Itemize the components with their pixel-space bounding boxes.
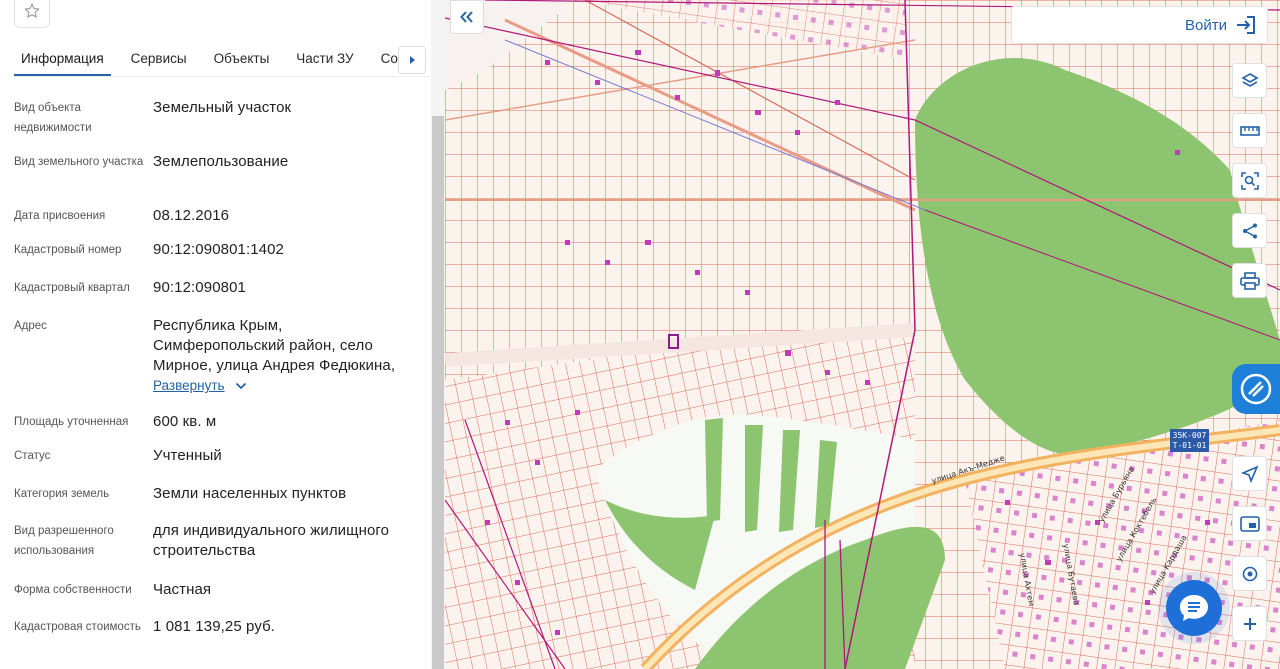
info-label: Форма собственности xyxy=(14,584,132,596)
chat-button[interactable] xyxy=(1166,580,1222,636)
address-value: Республика Крым, Симферопольский район, … xyxy=(153,317,396,374)
star-icon xyxy=(24,2,40,18)
caret-right-icon xyxy=(410,56,415,64)
area-select-button[interactable] xyxy=(1232,163,1267,198)
tab-information[interactable]: Информация xyxy=(14,44,118,76)
info-label: Статус xyxy=(14,450,51,462)
info-label: Кадастровый номер xyxy=(14,244,122,256)
tab-parcel-parts[interactable]: Части ЗУ xyxy=(289,44,367,76)
print-icon xyxy=(1239,271,1260,290)
info-label: Адрес xyxy=(14,320,47,332)
double-chevron-left-icon xyxy=(460,11,473,23)
info-value: для индивидуального жилищного строительс… xyxy=(153,522,390,559)
tab-bar: Информация Сервисы Объекты Части ЗУ Сост… xyxy=(14,44,430,76)
minimap-icon xyxy=(1239,515,1260,532)
login-button[interactable]: Войти xyxy=(1011,6,1268,44)
info-label: Вид разрешенного использования xyxy=(14,525,114,557)
expand-address-link[interactable]: Развернуть xyxy=(153,378,247,393)
info-panel: Информация Сервисы Объекты Части ЗУ Сост… xyxy=(0,0,445,669)
info-value: Земельный участок xyxy=(153,99,292,116)
layers-button[interactable] xyxy=(1232,63,1267,98)
locate-icon xyxy=(1242,566,1257,581)
info-value: Землепользование xyxy=(153,153,289,170)
tabs-divider xyxy=(14,76,430,77)
scrollbar-thumb[interactable] xyxy=(432,116,444,669)
support-chat-icon xyxy=(1240,373,1272,405)
login-icon xyxy=(1237,16,1255,34)
share-button[interactable] xyxy=(1232,213,1267,248)
info-label: Вид объекта недвижимости xyxy=(14,102,92,134)
tabs-scroll-right-button[interactable] xyxy=(398,46,426,74)
layers-icon xyxy=(1240,72,1259,87)
chat-bubble-icon xyxy=(1180,595,1208,621)
zoom-in-icon xyxy=(1243,617,1256,630)
support-chat-tab[interactable] xyxy=(1232,364,1280,414)
road-sign-label: 35К-007 Т-01-01 xyxy=(1170,429,1209,452)
collapse-panel-button[interactable] xyxy=(450,0,484,34)
info-label: Дата присвоения xyxy=(14,210,106,222)
cadastral-quarter[interactable]: 90:12:090801 xyxy=(153,278,423,298)
info-label: Вид земельного участка xyxy=(14,156,144,168)
road-sign-line: Т-01-01 xyxy=(1172,441,1207,450)
minimap-button[interactable] xyxy=(1232,506,1267,541)
login-label: Войти xyxy=(1185,16,1227,34)
info-value: 1 081 139,25 руб. xyxy=(153,618,276,635)
info-value: Земли населенных пунктов xyxy=(153,485,347,502)
ruler-button[interactable] xyxy=(1232,113,1267,148)
zoom-in-button[interactable] xyxy=(1232,606,1267,641)
info-label: Площадь уточненная xyxy=(14,416,129,428)
info-value: Учтенный xyxy=(153,447,222,464)
map-canvas[interactable] xyxy=(445,0,1280,669)
info-value: 600 кв. м xyxy=(153,413,217,430)
info-value: Частная xyxy=(153,581,212,598)
tab-services[interactable]: Сервисы xyxy=(124,44,201,76)
info-value: 08.12.2016 xyxy=(153,207,230,224)
favorite-button[interactable] xyxy=(14,0,50,28)
info-label: Категория земель xyxy=(14,488,110,500)
cadastral-map[interactable]: улица Акъ-Медже улица Бурьяна улица Кокт… xyxy=(445,0,1280,669)
expand-label: Развернуть xyxy=(153,378,225,393)
area-select-icon xyxy=(1240,171,1259,190)
share-icon xyxy=(1242,223,1257,238)
navigate-button[interactable] xyxy=(1232,456,1267,491)
navigate-icon xyxy=(1240,464,1259,483)
print-button[interactable] xyxy=(1232,263,1267,298)
ruler-icon xyxy=(1239,125,1260,136)
chevron-down-icon xyxy=(235,382,246,389)
road-sign-line: 35К-007 xyxy=(1172,431,1207,440)
info-label: Кадастровая стоимость xyxy=(14,621,141,633)
tab-objects[interactable]: Объекты xyxy=(207,44,284,76)
info-label: Кадастровый квартал xyxy=(14,282,130,294)
locate-button[interactable] xyxy=(1232,556,1267,591)
cadastral-number[interactable]: 90:12:090801:1402 xyxy=(153,240,423,260)
